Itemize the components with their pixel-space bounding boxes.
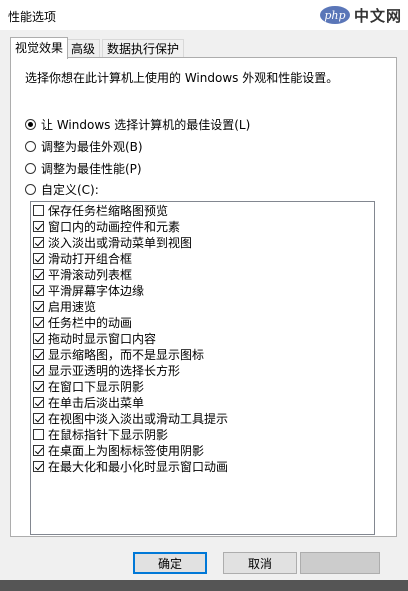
radio-custom[interactable]: 自定义(C): [25,181,99,197]
list-item-label: 平滑滚动列表框 [48,267,133,282]
list-item-label: 保存任务栏缩略图预览 [48,203,169,218]
checkbox[interactable] [33,396,44,408]
checkbox[interactable] [33,316,44,328]
window-title: 性能选项 [8,10,57,24]
list-item-label: 在最大化和最小化时显示窗口动画 [48,459,229,474]
watermark-text: 中文网 [353,6,402,25]
list-item[interactable]: 窗口内的动画控件和元素 [31,218,374,234]
list-item-label: 显示缩略图，而不是显示图标 [48,347,205,362]
bottom-strip [0,580,408,591]
visual-effects-list[interactable]: 保存任务栏缩略图预览 窗口内的动画控件和元素 淡入淡出或滑动菜单到视图 滑动打开组合框… [30,201,375,535]
tab-visual-effects[interactable]: 视觉效果 [10,37,69,59]
list-item[interactable]: 显示亚透明的选择长方形 [31,362,374,378]
list-item[interactable]: 平滑滚动列表框 [31,266,374,282]
list-item[interactable]: 启用速览 [31,298,374,314]
tab-data-execution-prevention[interactable]: 数据执行保护 [102,39,185,57]
list-item[interactable]: 保存任务栏缩略图预览 [31,202,374,218]
checkbox[interactable] [33,204,44,216]
list-item[interactable]: 在鼠标指针下显示阴影 [31,426,374,442]
checkbox[interactable] [33,444,44,456]
list-item-label: 在单击后淡出菜单 [48,395,145,410]
list-item-label: 任务栏中的动画 [48,315,133,330]
list-item[interactable]: 在窗口下显示阴影 [31,378,374,394]
radio-label: 自定义(C): [41,182,99,197]
radio-button[interactable] [25,140,36,152]
watermark-logo: php [319,6,350,24]
list-item[interactable]: 在桌面上为图标标签使用阴影 [31,442,374,458]
list-item[interactable]: 拖动时显示窗口内容 [31,330,374,346]
checkbox[interactable] [33,460,44,472]
list-item[interactable]: 淡入淡出或滑动菜单到视图 [31,234,374,250]
list-item[interactable]: 滑动打开组合框 [31,250,374,266]
radio-let-windows-choose[interactable]: 让 Windows 选择计算机的最佳设置(L) [25,116,250,132]
list-item[interactable]: 显示缩略图，而不是显示图标 [31,346,374,362]
watermark: php 中文网 [319,4,402,26]
list-item-label: 在桌面上为图标标签使用阴影 [48,443,205,458]
list-item[interactable]: 平滑屏幕字体边缘 [31,282,374,298]
cancel-button[interactable]: 取消 [223,552,297,574]
list-item[interactable]: 在视图中淡入淡出或滑动工具提示 [31,410,374,426]
checkbox[interactable] [33,412,44,424]
panel-description: 选择你想在此计算机上使用的 Windows 外观和性能设置。 [25,71,339,85]
title-bar: 性能选项 php 中文网 [0,0,408,30]
checkbox[interactable] [33,348,44,360]
list-item-label: 在鼠标指针下显示阴影 [48,427,169,442]
radio-best-appearance[interactable]: 调整为最佳外观(B) [25,138,143,154]
list-item-label: 拖动时显示窗口内容 [48,331,157,346]
list-item-label: 淡入淡出或滑动菜单到视图 [48,235,193,250]
list-item-label: 启用速览 [48,299,97,314]
ok-button[interactable]: 确定 [133,552,207,574]
checkbox[interactable] [33,428,44,440]
radio-label: 调整为最佳性能(P) [41,161,142,176]
list-item-label: 在窗口下显示阴影 [48,379,145,394]
radio-button[interactable] [25,183,36,195]
checkbox[interactable] [33,236,44,248]
list-item-label: 在视图中淡入淡出或滑动工具提示 [48,411,229,426]
list-item-label: 平滑屏幕字体边缘 [48,283,145,298]
list-item[interactable]: 在单击后淡出菜单 [31,394,374,410]
list-item-label: 窗口内的动画控件和元素 [48,219,181,234]
tab-advanced[interactable]: 高级 [66,39,101,57]
radio-best-performance[interactable]: 调整为最佳性能(P) [25,160,142,176]
radio-button[interactable] [25,162,36,174]
list-item[interactable]: 任务栏中的动画 [31,314,374,330]
checkbox[interactable] [33,284,44,296]
list-item-label: 显示亚透明的选择长方形 [48,363,181,378]
checkbox[interactable] [33,300,44,312]
list-item[interactable]: 在最大化和最小化时显示窗口动画 [31,458,374,474]
checkbox[interactable] [33,380,44,392]
tab-panel: 选择你想在此计算机上使用的 Windows 外观和性能设置。 让 Windows… [10,57,397,537]
apply-button[interactable] [300,552,380,574]
checkbox[interactable] [33,252,44,264]
checkbox[interactable] [33,364,44,376]
list-item-label: 滑动打开组合框 [48,251,133,266]
radio-label: 调整为最佳外观(B) [41,139,143,154]
radio-label: 让 Windows 选择计算机的最佳设置(L) [41,117,251,132]
checkbox[interactable] [33,220,44,232]
checkbox[interactable] [33,268,44,280]
radio-button[interactable] [25,118,36,130]
checkbox[interactable] [33,332,44,344]
